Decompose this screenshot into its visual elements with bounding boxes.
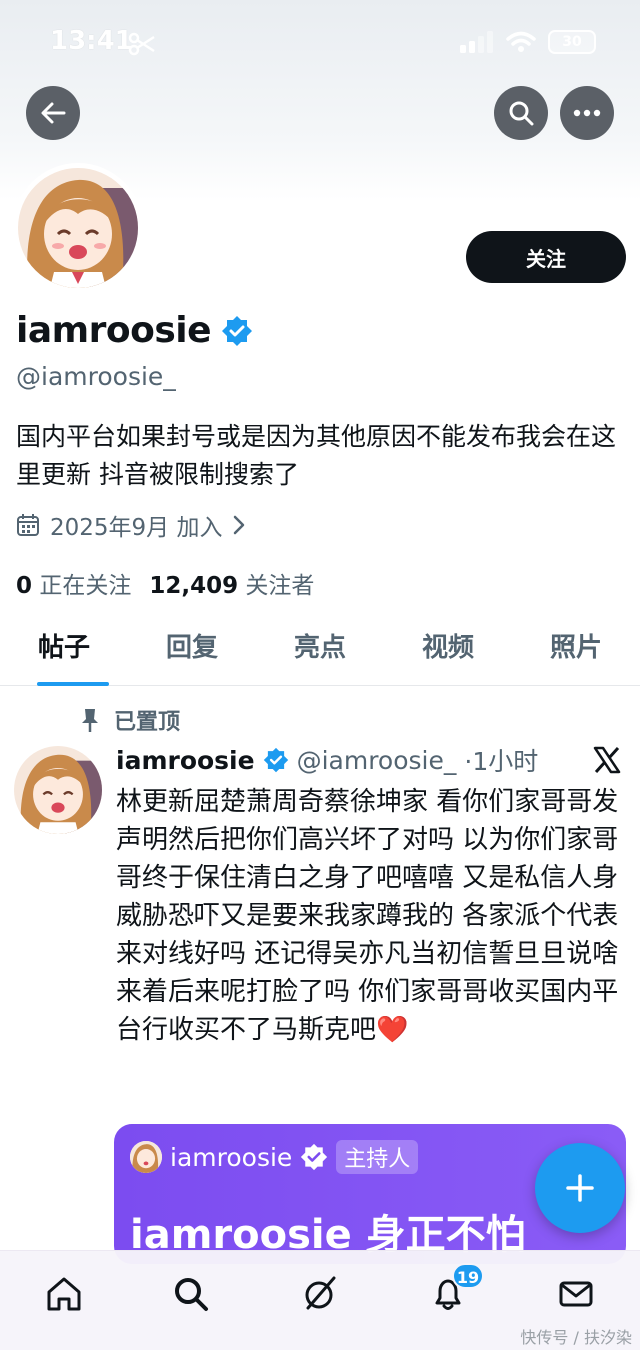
profile-avatar[interactable] — [13, 163, 143, 293]
signal-icon — [460, 31, 493, 53]
active-tab-indicator — [37, 682, 109, 686]
followers-label: 关注者 — [245, 573, 315, 599]
post-body: 林更新屈楚萧周奇蔡徐坤家 看你们家哥哥发声明然后把你们高兴坏了对吗 以为你们家哥… — [116, 787, 619, 1045]
x-logo-icon[interactable] — [592, 745, 622, 775]
verified-badge-icon — [222, 315, 253, 346]
post-time: ·1小时 — [464, 747, 539, 776]
join-date[interactable]: 2025年9月 加入 — [16, 508, 246, 542]
verified-badge-icon — [263, 747, 288, 773]
avatar-illustration — [18, 168, 138, 288]
arrow-left-icon — [41, 102, 66, 124]
host-badge: 主持人 — [336, 1140, 419, 1174]
tab-photos[interactable]: 照片 — [512, 620, 640, 685]
profile-name: iamroosie — [16, 310, 253, 351]
tab-replies[interactable]: 回复 — [128, 620, 256, 685]
search-button[interactable] — [494, 86, 548, 140]
following-label: 正在关注 — [39, 573, 132, 599]
nav-messages[interactable] — [551, 1269, 601, 1319]
quote-avatar — [130, 1141, 162, 1173]
tab-videos[interactable]: 视频 — [384, 620, 512, 685]
tab-highlights[interactable]: 亮点 — [256, 620, 384, 685]
status-icons: 30 — [460, 30, 596, 54]
avatar-illustration — [14, 746, 102, 834]
post-author-avatar[interactable] — [14, 746, 102, 834]
nav-home[interactable] — [39, 1269, 89, 1319]
avatar-illustration — [130, 1141, 162, 1173]
follow-button[interactable]: 关注 — [466, 231, 626, 283]
follow-stats: 0 正在关注 12,409 关注者 — [16, 566, 314, 600]
messages-icon — [559, 1281, 593, 1307]
status-bar: 13:41 30 — [0, 22, 640, 66]
profile-bio: 国内平台如果封号或是因为其他原因不能发布我会在这里更新 抖音被限制搜索了 — [16, 422, 617, 489]
post-author-handle: @iamroosie_ — [296, 745, 457, 775]
status-time: 13:41 — [50, 26, 133, 56]
grok-icon — [305, 1276, 336, 1310]
search-icon — [175, 1278, 208, 1311]
home-icon — [47, 1277, 81, 1311]
profile-handle: @iamroosie_ — [16, 362, 176, 391]
quote-header: iamroosie 主持人 — [130, 1140, 419, 1174]
pinned-text: 已置顶 — [114, 710, 181, 735]
verified-badge-icon — [301, 1143, 328, 1171]
join-date-text: 2025年9月 加入 — [50, 515, 223, 541]
battery-indicator: 30 — [548, 30, 596, 54]
post-author-name[interactable]: iamroosie — [116, 746, 255, 775]
nav-grok[interactable] — [295, 1269, 345, 1319]
nav-search[interactable] — [166, 1269, 216, 1319]
following-count: 0 — [16, 573, 33, 599]
display-name: iamroosie — [16, 310, 212, 351]
search-icon — [509, 101, 534, 126]
pin-icon — [82, 709, 98, 732]
compose-button[interactable] — [535, 1143, 625, 1233]
more-dots-icon — [573, 109, 601, 117]
chevron-right-icon — [234, 515, 245, 535]
wifi-icon — [506, 31, 536, 52]
tab-posts[interactable]: 帖子 — [0, 620, 128, 685]
more-options-button[interactable] — [560, 86, 614, 140]
followers-stat[interactable]: 12,409 关注者 — [149, 566, 314, 600]
quote-author-name: iamroosie — [170, 1142, 293, 1172]
watermark: 快传号 / 扶汐染 — [520, 1328, 632, 1347]
post-header: iamroosie @iamroosie_ ·1小时 — [116, 742, 538, 778]
following-stat[interactable]: 0 正在关注 — [16, 566, 131, 600]
profile-tabs: 帖子 回复 亮点 视频 照片 — [0, 620, 640, 686]
back-button[interactable] — [26, 86, 80, 140]
notification-count-badge: 19 — [452, 1263, 484, 1289]
plus-icon — [566, 1174, 594, 1202]
followers-count: 12,409 — [149, 573, 239, 599]
calendar-icon — [17, 514, 39, 536]
pinned-label: 已置顶 — [80, 704, 180, 736]
scissors-icon — [128, 32, 155, 56]
